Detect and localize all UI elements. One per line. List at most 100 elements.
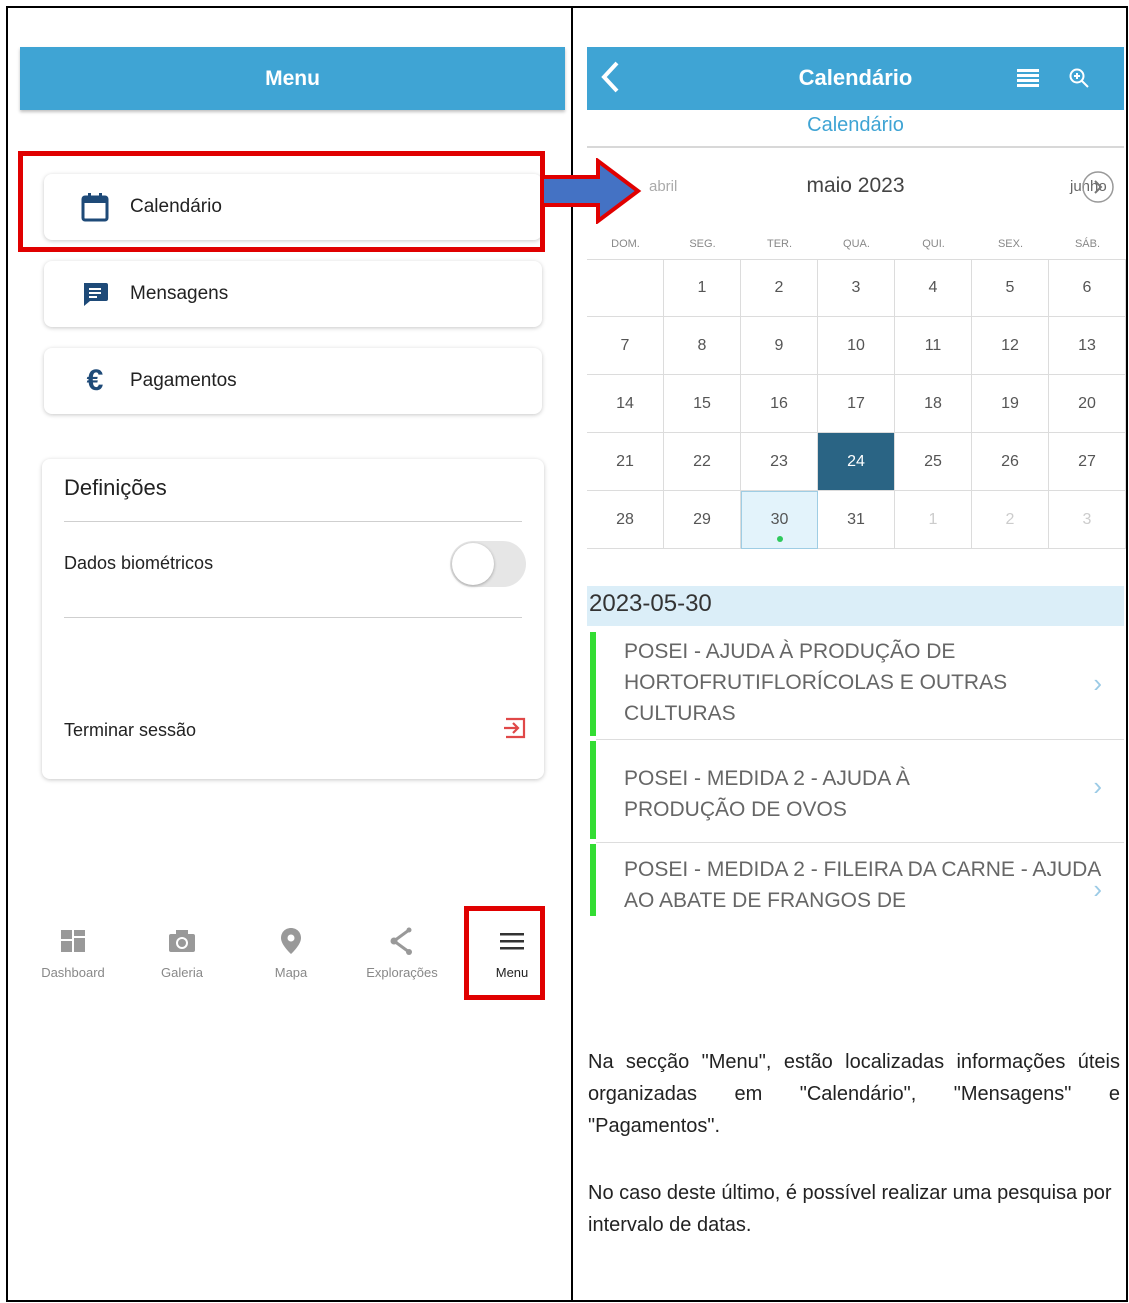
share-icon: [357, 925, 447, 957]
menu-item-payments-label: Pagamentos: [130, 370, 237, 391]
calendar-day-number: 31: [847, 510, 865, 528]
calendar-day-number: 27: [1078, 452, 1096, 470]
calendar-day-cell[interactable]: 9: [741, 317, 818, 375]
calendar-day-number: 2: [774, 279, 784, 296]
calendar-day-cell[interactable]: 7: [587, 317, 664, 375]
chevron-right-icon: ›: [1093, 771, 1102, 801]
calendar-day-cell[interactable]: 1: [895, 491, 972, 549]
calendar-day-cell[interactable]: 26: [972, 433, 1049, 491]
logout-icon[interactable]: [502, 715, 528, 746]
calendar-day-number: 28: [616, 510, 634, 528]
calendar-day-cell[interactable]: 5: [972, 259, 1049, 317]
settings-card: Definições Dados biométricos Terminar se…: [42, 459, 544, 779]
calendar-day-cell[interactable]: 11: [895, 317, 972, 375]
list-icon[interactable]: [1017, 69, 1039, 92]
calendar-day-number: 10: [847, 336, 865, 354]
calendar-day-cell[interactable]: 24: [818, 433, 895, 491]
event-separator: [596, 842, 1124, 843]
calendar-day-number: 8: [697, 336, 707, 354]
event-title: POSEI - MEDIDA 2 - FILEIRA DA CARNE - AJ…: [624, 858, 1101, 912]
camera-icon: [137, 925, 227, 957]
euro-icon: €: [86, 364, 104, 397]
calendar-day-number: 3: [851, 279, 861, 296]
calendar-day-number: 22: [693, 452, 711, 470]
calendar-day-cell[interactable]: 28: [587, 491, 664, 549]
calendar-day-number: 7: [620, 336, 630, 354]
calendar-day-number: 21: [616, 452, 634, 470]
calendar-header: Calendário: [587, 47, 1124, 110]
calendar-day-cell[interactable]: 4: [895, 259, 972, 317]
weekday-label: SÁB.: [1074, 238, 1101, 250]
subtitle-divider: [587, 146, 1124, 148]
calendar-day-cell[interactable]: 17: [818, 375, 895, 433]
description-paragraph-1: Na secção "Menu", estão localizadas info…: [588, 1051, 1120, 1137]
calendar-day-number: 14: [616, 394, 634, 412]
settings-divider: [64, 521, 522, 522]
calendar-day-cell[interactable]: 21: [587, 433, 664, 491]
event-title: POSEI - AJUDA À PRODUÇÃO DE HORTOFRUTIFL…: [624, 640, 1008, 725]
calendar-subtitle: Calendário: [807, 114, 904, 136]
chevron-right-circle-icon[interactable]: [1081, 170, 1115, 209]
calendar-day-number: 25: [924, 452, 942, 470]
weekday-label: SEX.: [997, 238, 1024, 250]
nav-explorations-label: Explorações: [366, 965, 438, 980]
calendar-day-cell[interactable]: 2: [741, 259, 818, 317]
calendar-day-cell[interactable]: 30: [741, 491, 818, 549]
logout-label[interactable]: Terminar sessão: [64, 720, 196, 741]
calendar-day-cell[interactable]: 14: [587, 375, 664, 433]
calendar-day-cell[interactable]: 23: [741, 433, 818, 491]
event-item[interactable]: POSEI - MEDIDA 2 - FILEIRA DA CARNE - AJ…: [590, 844, 1124, 916]
zoom-in-icon[interactable]: [1068, 67, 1090, 94]
calendar-day-cell[interactable]: 1: [664, 259, 741, 317]
calendar-day-cell[interactable]: 29: [664, 491, 741, 549]
calendar-day-cell[interactable]: 18: [895, 375, 972, 433]
settings-divider: [64, 617, 522, 618]
toggle-knob: [452, 543, 494, 585]
calendar-day-number: 17: [847, 394, 865, 412]
calendar-day-cell[interactable]: 15: [664, 375, 741, 433]
month-navigation: abril maio 2023 junho: [587, 170, 1124, 210]
menu-item-payments[interactable]: € Pagamentos: [44, 348, 542, 414]
chevron-right-icon: ›: [1093, 874, 1102, 904]
calendar-day-cell[interactable]: 13: [1049, 317, 1126, 375]
menu-header: Menu: [20, 47, 565, 110]
calendar-day-number: 29: [693, 510, 711, 528]
calendar-day-number: 5: [1005, 279, 1015, 296]
calendar-day-cell[interactable]: 6: [1049, 259, 1126, 317]
calendar-day-number: 13: [1078, 336, 1096, 354]
calendar-day-cell[interactable]: 3: [1049, 491, 1126, 549]
highlight-box-calendar: [18, 151, 545, 252]
event-item[interactable]: POSEI - AJUDA À PRODUÇÃO DE HORTOFRUTIFL…: [590, 632, 1124, 736]
calendar-day-cell[interactable]: 8: [664, 317, 741, 375]
calendar-day-cell[interactable]: 3: [818, 259, 895, 317]
nav-gallery[interactable]: Galeria: [137, 925, 227, 995]
calendar-header-title: Calendário: [798, 65, 913, 90]
calendar-day-number: 24: [847, 452, 865, 470]
calendar-day-cell[interactable]: [587, 259, 664, 317]
event-item[interactable]: POSEI - MEDIDA 2 - AJUDA À PRODUÇÃO DE O…: [590, 741, 1124, 839]
event-indicator-dot: [776, 536, 783, 542]
calendar-day-cell[interactable]: 16: [741, 375, 818, 433]
highlight-box-menu: [464, 906, 545, 1000]
current-month: maio 2023: [806, 174, 905, 197]
calendar-day-cell[interactable]: 31: [818, 491, 895, 549]
calendar-day-cell[interactable]: 10: [818, 317, 895, 375]
chevron-right-icon: ›: [1093, 668, 1102, 698]
calendar-day-number: 26: [1001, 452, 1019, 470]
biometric-toggle[interactable]: [450, 541, 526, 587]
calendar-day-cell[interactable]: 12: [972, 317, 1049, 375]
nav-dashboard[interactable]: Dashboard: [28, 925, 118, 995]
calendar-day-cell[interactable]: 2: [972, 491, 1049, 549]
calendar-day-cell[interactable]: 20: [1049, 375, 1126, 433]
calendar-day-cell[interactable]: 22: [664, 433, 741, 491]
nav-explorations[interactable]: Explorações: [357, 925, 447, 995]
calendar-day-cell[interactable]: 25: [895, 433, 972, 491]
calendar-day-cell[interactable]: 19: [972, 375, 1049, 433]
calendar-day-number: 3: [1082, 510, 1092, 528]
nav-map[interactable]: Mapa: [246, 925, 336, 995]
menu-header-title: Menu: [265, 66, 320, 90]
weekday-label: DOM.: [611, 238, 640, 250]
menu-item-messages[interactable]: Mensagens: [44, 261, 542, 327]
calendar-day-cell[interactable]: 27: [1049, 433, 1126, 491]
calendar-day-number: 20: [1078, 394, 1096, 412]
